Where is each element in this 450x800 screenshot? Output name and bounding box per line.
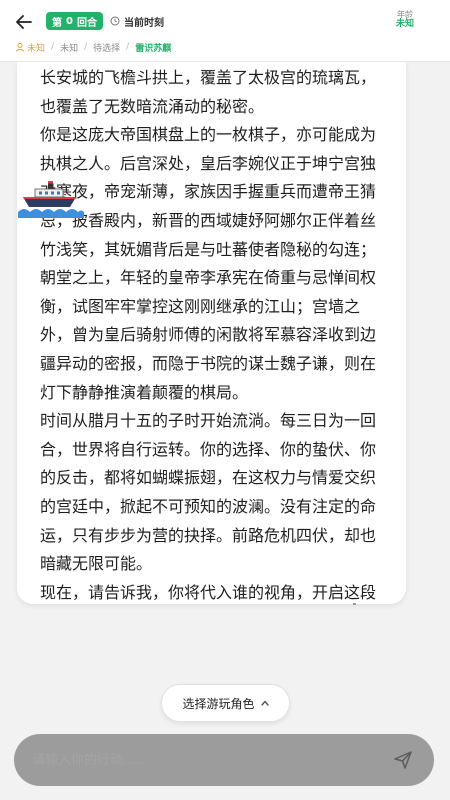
story-message-card: 长安城的飞檐斗拱上，覆盖了太极宫的琉璃瓦，也覆盖了无数暗流涌动的秘密。 你是这庞…	[17, 62, 406, 604]
age-info: 年龄 未知	[390, 10, 420, 30]
story-paragraph-3: 时间从腊月十五的子时开始流淌。每三日为一回合，世界将自行运转。你的选择、你的蛰伏…	[40, 411, 377, 574]
story-paragraph-1: 长安城的飞檐斗拱上，覆盖了太极宫的琉璃瓦，也覆盖了无数暗流涌动的秘密。	[40, 68, 377, 116]
message-input-bar	[14, 734, 434, 786]
breadcrumb-separator: /	[126, 42, 130, 52]
breadcrumb-separator: /	[51, 42, 55, 52]
breadcrumb-item-3[interactable]: 待选择	[93, 41, 120, 54]
user-icon	[16, 42, 24, 52]
ship-icon	[18, 181, 84, 218]
age-value: 未知	[395, 19, 414, 30]
select-role-button[interactable]: 选择游玩角色	[161, 684, 290, 722]
arrow-left-icon	[16, 15, 32, 29]
breadcrumb-separator: /	[84, 42, 88, 52]
round-badge: 第 0 回合	[46, 12, 103, 30]
select-role-label: 选择游玩角色	[182, 696, 255, 711]
breadcrumb-item-2[interactable]: 未知	[60, 41, 78, 54]
story-paragraph-2: 你是这庞大帝国棋盘上的一枚棋子，亦可能成为执棋之人。后宫深处，皇后李婉仪正于坤宁…	[40, 125, 377, 402]
age-label: 年龄	[397, 10, 413, 19]
send-icon	[394, 751, 412, 769]
breadcrumb-user[interactable]: 未知	[16, 41, 45, 54]
top-header: 第 0 回合 当前时刻 年龄 未知 未知 / 未知 / 待选择 / 雷识苏麒	[0, 0, 450, 62]
story-paragraph-4: 现在，请告诉我，你将代入谁的视角，开启这段属于大唐的人生?	[40, 582, 377, 602]
chevron-up-icon	[260, 700, 269, 706]
breadcrumb-item-4[interactable]: 雷识苏麒	[135, 41, 171, 54]
card-dot	[353, 603, 356, 605]
time-label: 当前时刻	[124, 17, 164, 29]
breadcrumb: 未知 / 未知 / 待选择 / 雷识苏麒	[16, 40, 171, 54]
current-time: 当前时刻	[110, 13, 164, 29]
clock-icon	[110, 16, 120, 26]
back-button[interactable]	[12, 10, 36, 34]
send-button[interactable]	[390, 747, 416, 773]
round-suffix: 回合	[76, 17, 97, 29]
message-input[interactable]	[32, 752, 390, 768]
round-number: 0	[66, 15, 73, 27]
breadcrumb-item-1: 未知	[27, 43, 46, 54]
round-prefix: 第	[52, 17, 62, 29]
